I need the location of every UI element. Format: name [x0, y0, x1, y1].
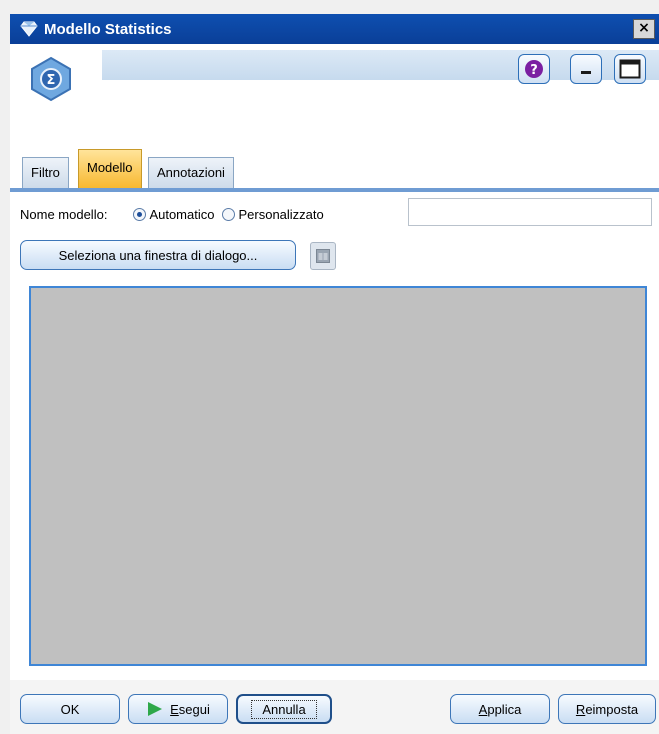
radio-custom[interactable]: Personalizzato	[222, 206, 324, 222]
apply-label-rest: pplica	[487, 701, 522, 717]
reset-label: Reimposta	[576, 702, 638, 717]
maximize-button[interactable]	[614, 54, 646, 84]
modello-statistics-window: Modello Statistics × Σ ? Filtro Modello …	[0, 0, 659, 734]
tab-filtro[interactable]: Filtro	[22, 157, 69, 188]
radio-custom-indicator[interactable]	[222, 207, 236, 221]
run-label: Esegui	[170, 702, 210, 717]
dialog-options-button[interactable]	[310, 242, 336, 270]
cancel-label: Annulla	[251, 699, 317, 719]
tab-bar: Filtro Modello Annotazioni	[10, 144, 659, 188]
minimize-icon	[581, 71, 591, 74]
model-tab-content: Nome modello: Automatico Personalizzato …	[10, 192, 659, 680]
app-gem-icon	[18, 18, 40, 40]
apply-button[interactable]: Applica	[450, 694, 550, 724]
select-dialog-label: Seleziona una finestra di dialogo...	[58, 247, 258, 263]
tab-modello[interactable]: Modello	[78, 149, 142, 188]
model-name-row: Nome modello: Automatico Personalizzato	[20, 202, 324, 226]
radio-automatic[interactable]: Automatico	[133, 207, 214, 222]
ok-label: OK	[60, 701, 80, 717]
window-title: Modello Statistics	[44, 20, 172, 38]
sigma-node-icon: Σ	[28, 56, 74, 105]
radio-automatic-indicator[interactable]	[133, 207, 147, 221]
model-name-label: Nome modello:	[20, 206, 108, 222]
play-icon	[148, 702, 163, 716]
cancel-button[interactable]: Annulla	[236, 694, 332, 724]
custom-name-input[interactable]	[408, 198, 652, 226]
dialog-grid-icon	[316, 249, 330, 263]
radio-custom-label: Personalizzato	[238, 206, 324, 222]
reset-button[interactable]: Reimposta	[558, 694, 656, 724]
maximize-icon	[619, 59, 641, 79]
reset-label-mnemonic: R	[575, 701, 586, 717]
svg-text:Σ: Σ	[47, 73, 56, 88]
help-icon: ?	[525, 60, 543, 78]
dialog-preview-panel	[29, 286, 647, 666]
run-label-mnemonic: E	[170, 701, 179, 717]
ok-button[interactable]: OK	[20, 694, 120, 724]
node-header: Σ ?	[10, 44, 659, 144]
svg-text:?: ?	[530, 63, 538, 78]
button-bar: OK Esegui Annulla Applica Reimposta	[10, 680, 659, 734]
run-label-rest: segui	[178, 701, 210, 717]
minimize-button[interactable]	[570, 54, 602, 84]
radio-automatic-label: Automatico	[149, 206, 215, 222]
reset-label-rest: eimposta	[585, 701, 639, 717]
close-icon: ×	[638, 20, 650, 36]
apply-label: Applica	[479, 702, 522, 717]
title-bar[interactable]: Modello Statistics ×	[10, 14, 659, 44]
select-dialog-button[interactable]: Seleziona una finestra di dialogo...	[20, 240, 296, 270]
run-button[interactable]: Esegui	[128, 694, 228, 724]
close-button[interactable]: ×	[633, 19, 655, 39]
tab-annotazioni[interactable]: Annotazioni	[148, 157, 234, 188]
help-button[interactable]: ?	[518, 54, 550, 84]
